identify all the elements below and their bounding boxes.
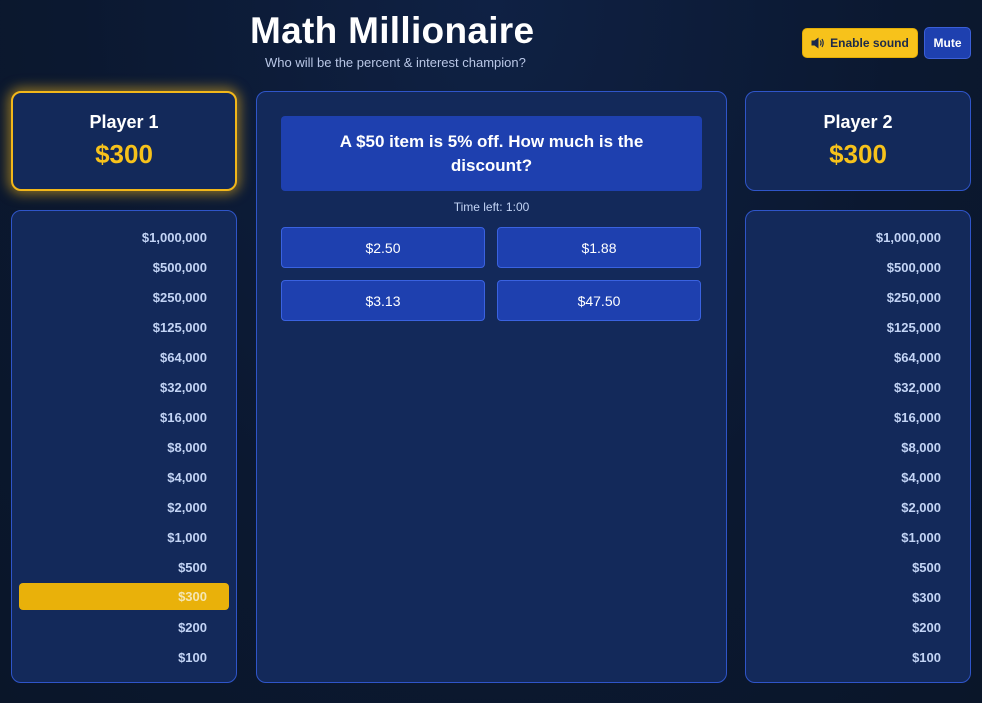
player-name: Player 2 (823, 112, 893, 132)
enable-sound-button[interactable]: Enable sound (802, 28, 918, 58)
player-1-card: Player 1 $300 (11, 91, 237, 191)
question-panel: A $50 item is 5% off. How much is the di… (256, 91, 727, 683)
ladder-level: $1,000 (167, 529, 207, 545)
ladder-level: $32,000 (160, 379, 207, 395)
ladder-level: $32,000 (894, 379, 941, 395)
ladder-level: $200 (912, 619, 941, 635)
game-subtitle: Who will be the percent & interest champ… (265, 55, 526, 70)
ladder-level: $500 (178, 559, 207, 575)
ladder-level: $16,000 (160, 409, 207, 425)
answer-button-d[interactable]: $47.50 (497, 280, 701, 321)
player-score: $300 (829, 139, 887, 169)
player-1-prize-ladder: $1,000,000 $500,000 $250,000 $125,000 $6… (11, 210, 237, 683)
ladder-level: $16,000 (894, 409, 941, 425)
ladder-level: $300 (912, 589, 941, 605)
question-text: A $50 item is 5% off. How much is the di… (281, 116, 702, 191)
ladder-level: $100 (912, 649, 941, 665)
game-screen: Math Millionaire Who will be the percent… (0, 0, 982, 703)
ladder-level: $125,000 (152, 319, 207, 335)
player-2-prize-ladder: $1,000,000 $500,000 $250,000 $125,000 $6… (745, 210, 971, 683)
ladder-level: $4,000 (167, 469, 207, 485)
ladder-level: $200 (178, 619, 207, 635)
enable-sound-label: Enable sound (830, 36, 909, 50)
ladder-level: $64,000 (160, 349, 207, 365)
ladder-level: $500,000 (152, 259, 207, 275)
ladder-level: $100 (178, 649, 207, 665)
answer-button-b[interactable]: $1.88 (497, 227, 701, 268)
ladder-level: $8,000 (167, 439, 207, 455)
ladder-level: $500,000 (886, 259, 941, 275)
player-2-card: Player 2 $300 (745, 91, 971, 191)
ladder-level: $250,000 (886, 289, 941, 305)
ladder-level: $4,000 (901, 469, 941, 485)
mute-button[interactable]: Mute (924, 27, 971, 59)
answer-button-c[interactable]: $3.13 (281, 280, 485, 321)
speaker-icon (811, 37, 824, 49)
ladder-level: $500 (912, 559, 941, 575)
timer-text: Time left: 1:00 (453, 200, 530, 214)
ladder-level: $2,000 (901, 499, 941, 515)
answer-button-a[interactable]: $2.50 (281, 227, 485, 268)
ladder-level: $250,000 (152, 289, 207, 305)
ladder-level: $125,000 (886, 319, 941, 335)
ladder-level: $1,000,000 (875, 229, 941, 245)
ladder-level-current: $300 (19, 583, 229, 610)
ladder-level: $1,000,000 (141, 229, 207, 245)
ladder-level: $8,000 (901, 439, 941, 455)
ladder-level: $64,000 (894, 349, 941, 365)
ladder-level: $1,000 (901, 529, 941, 545)
ladder-level: $2,000 (167, 499, 207, 515)
game-title: Math Millionaire (250, 10, 535, 51)
player-score: $300 (95, 139, 153, 169)
player-name: Player 1 (89, 112, 159, 132)
